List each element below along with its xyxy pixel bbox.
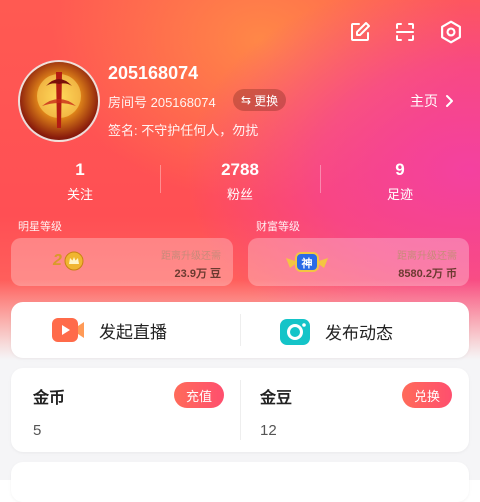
- wealth-level-badge: 神: [284, 248, 330, 281]
- swap-label: 更换: [254, 93, 279, 108]
- start-live-button[interactable]: 发起直播: [51, 316, 167, 344]
- edit-icon[interactable]: [346, 18, 374, 46]
- stat-label: 粉丝: [226, 187, 253, 202]
- post-moment-label: 发布动态: [325, 323, 393, 343]
- stat-value: 9: [395, 160, 405, 179]
- star-level-card[interactable]: 2 距离升级还需 23.9万 豆: [11, 238, 233, 286]
- room-number: 房间号 205168074: [108, 95, 216, 110]
- home-link[interactable]: 主页: [410, 91, 454, 111]
- swap-button[interactable]: ⇆ 更换: [233, 89, 287, 111]
- camera-icon: [280, 319, 310, 345]
- start-live-label: 发起直播: [99, 322, 167, 342]
- star-level-title: 明星等级: [18, 221, 62, 233]
- exchange-button[interactable]: 兑换: [402, 382, 453, 408]
- stat-fans[interactable]: 2788 粉丝: [160, 160, 320, 203]
- divider: [240, 314, 241, 346]
- stat-footprints[interactable]: 9 足迹: [320, 160, 480, 203]
- chevron-right-icon: [446, 95, 453, 107]
- stat-following[interactable]: 1 关注: [0, 160, 160, 203]
- stat-value: 1: [75, 160, 85, 179]
- coins-title: 金币: [33, 390, 66, 407]
- swap-icon: ⇆: [241, 93, 252, 107]
- post-moment-button[interactable]: 发布动态: [279, 316, 393, 346]
- stat-label: 关注: [66, 187, 93, 202]
- wealth-level-need: 距离升级还需 8580.2万 币: [397, 247, 457, 281]
- user-id: 205168074: [108, 63, 199, 83]
- beans-title: 金豆: [260, 390, 293, 407]
- divider: [240, 380, 241, 440]
- wealth-badge-label: 神: [301, 258, 313, 270]
- wealth-level-title: 财富等级: [256, 221, 300, 233]
- home-label: 主页: [410, 93, 438, 109]
- crown-icon: [64, 251, 84, 271]
- star-level-need: 距离升级还需 23.9万 豆: [161, 247, 221, 281]
- stat-label: 足迹: [386, 187, 413, 202]
- wealth-level-card[interactable]: 神 距离升级还需 8580.2万 币: [248, 238, 469, 286]
- beans-block: 金豆 12: [260, 384, 292, 439]
- coins-block: 金币 5: [33, 384, 65, 439]
- recharge-button[interactable]: 充值: [174, 382, 225, 408]
- coins-value: 5: [33, 422, 42, 439]
- star-need-label: 距离升级还需: [161, 251, 221, 262]
- avatar[interactable]: [18, 60, 100, 142]
- wallet-card: 金币 5 充值 金豆 12 兑换: [11, 368, 469, 452]
- star-need-value: 23.9万 豆: [174, 268, 221, 280]
- video-icon: [52, 318, 84, 342]
- scan-icon[interactable]: [391, 18, 419, 46]
- star-level-badge: 2: [53, 251, 84, 271]
- wealth-need-value: 8580.2万 币: [398, 268, 457, 280]
- beans-value: 12: [260, 422, 277, 439]
- settings-icon[interactable]: [437, 18, 465, 46]
- signature: 签名: 不守护任何人，勿扰: [108, 123, 259, 138]
- next-card: [11, 462, 469, 502]
- stat-value: 2788: [221, 160, 259, 179]
- action-card: 发起直播 发布动态: [11, 302, 469, 358]
- wealth-need-label: 距离升级还需: [397, 251, 457, 262]
- star-level-number: 2: [53, 252, 62, 269]
